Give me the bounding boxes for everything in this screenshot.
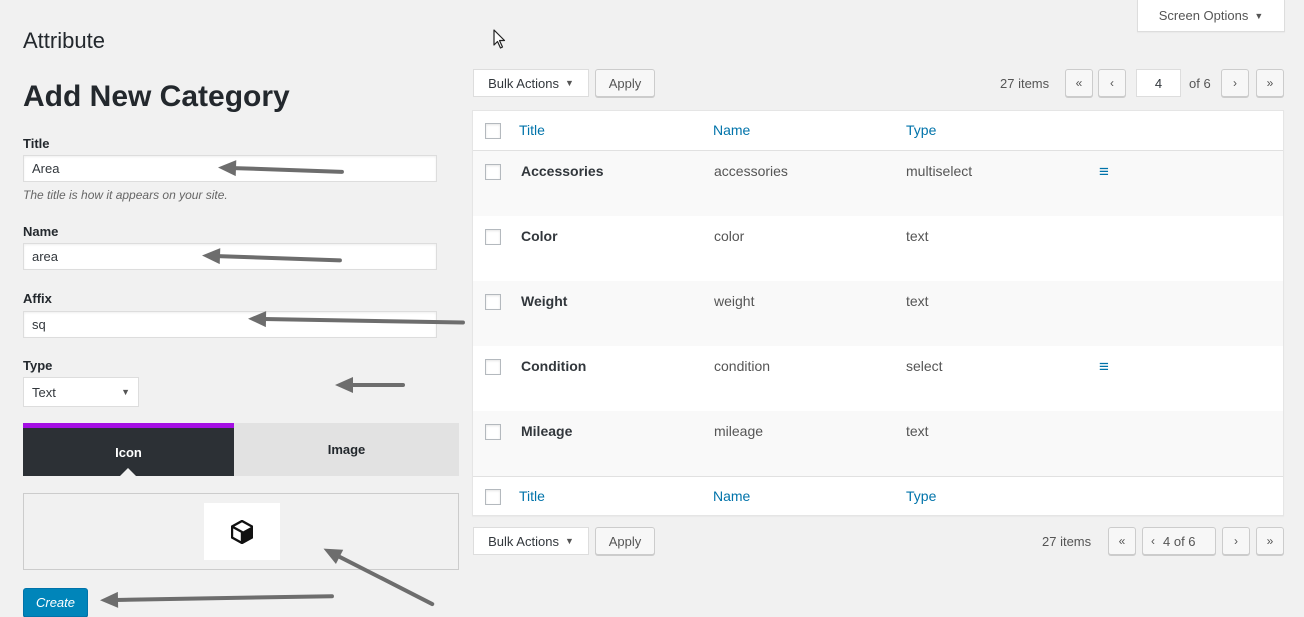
- options-menu-icon[interactable]: ≡: [1099, 358, 1109, 375]
- icon-picker-tile[interactable]: [204, 503, 280, 560]
- page-title: Attribute: [23, 28, 105, 53]
- prev-arrow-icon: ‹: [1151, 534, 1155, 548]
- row-checkbox[interactable]: [485, 424, 501, 440]
- apply-button-top[interactable]: Apply: [595, 69, 655, 97]
- row-name: accessories: [714, 163, 788, 179]
- table-row: Accessories accessories multiselect ≡: [473, 151, 1283, 216]
- mouse-cursor-icon: [493, 29, 506, 49]
- table-footer: Title Name Type: [473, 476, 1283, 516]
- row-title-link[interactable]: Condition: [521, 358, 586, 374]
- row-name: weight: [714, 293, 755, 309]
- row-type: text: [906, 423, 929, 439]
- caret-down-icon: ▼: [564, 536, 574, 546]
- row-type: text: [906, 228, 929, 244]
- row-name: color: [714, 228, 745, 244]
- cube-icon: [231, 519, 253, 544]
- bulk-actions-label: Bulk Actions: [488, 533, 559, 549]
- page-indicator-bottom: 4 of 6: [1163, 533, 1196, 549]
- column-name-header[interactable]: Name: [713, 122, 750, 138]
- active-tab-pointer: [120, 468, 136, 476]
- table-row: Weight weight text: [473, 281, 1283, 346]
- row-type: text: [906, 293, 929, 309]
- items-count-bottom: 27 items: [1042, 534, 1092, 549]
- row-title-link[interactable]: Accessories: [521, 163, 604, 179]
- last-page-button-top[interactable]: »: [1256, 69, 1284, 97]
- screen-options-button[interactable]: Screen Options ▼: [1137, 0, 1285, 32]
- total-pages-label: of 6: [1189, 76, 1211, 91]
- tab-image-label: Image: [327, 442, 366, 457]
- first-page-button-bottom[interactable]: «: [1108, 527, 1136, 555]
- bulk-actions-label: Bulk Actions: [488, 75, 559, 91]
- form-heading: Add New Category: [23, 80, 290, 113]
- title-label: Title: [23, 136, 50, 151]
- tab-image[interactable]: Image: [234, 423, 459, 476]
- row-type: select: [906, 358, 943, 374]
- row-name: mileage: [714, 423, 764, 439]
- select-all-checkbox[interactable]: [485, 123, 501, 139]
- icon-image-tabs: Icon Image: [23, 423, 459, 476]
- bulk-actions-select-top[interactable]: Bulk Actions ▼: [473, 69, 589, 97]
- caret-down-icon: ▼: [121, 387, 130, 397]
- type-label: Type: [23, 358, 53, 373]
- tab-icon[interactable]: Icon: [23, 423, 234, 476]
- next-page-button-bottom[interactable]: ›: [1222, 527, 1250, 555]
- name-label: Name: [23, 224, 59, 239]
- column-type-footer[interactable]: Type: [906, 488, 936, 504]
- current-page-input[interactable]: 4: [1136, 69, 1181, 97]
- screen-options-label: Screen Options: [1158, 8, 1249, 23]
- next-page-button-top[interactable]: ›: [1221, 69, 1249, 97]
- affix-input[interactable]: sq: [23, 311, 437, 338]
- affix-label: Affix: [23, 291, 52, 306]
- table-row: Color color text: [473, 216, 1283, 281]
- row-title-link[interactable]: Weight: [521, 293, 567, 309]
- annotation-arrow-type: [335, 377, 405, 393]
- items-count-top: 27 items: [1000, 76, 1050, 91]
- caret-down-icon: ▼: [1254, 10, 1264, 21]
- options-menu-icon[interactable]: ≡: [1099, 163, 1109, 180]
- row-checkbox[interactable]: [485, 229, 501, 245]
- caret-down-icon: ▼: [564, 78, 574, 88]
- row-checkbox[interactable]: [485, 294, 501, 310]
- column-type-header[interactable]: Type: [906, 122, 936, 138]
- icon-preview-panel: [23, 493, 459, 570]
- row-title-link[interactable]: Color: [521, 228, 558, 244]
- type-select-value: Text: [32, 384, 56, 400]
- row-checkbox[interactable]: [485, 359, 501, 375]
- type-select[interactable]: Text ▼: [23, 377, 139, 407]
- last-page-button-bottom[interactable]: »: [1256, 527, 1284, 555]
- row-name: condition: [714, 358, 771, 374]
- table-row: Mileage mileage text: [473, 411, 1283, 476]
- create-button[interactable]: Create: [23, 588, 88, 617]
- table-row: Condition condition select ≡: [473, 346, 1283, 411]
- column-title-header[interactable]: Title: [519, 122, 545, 138]
- table-header: Title Name Type: [473, 111, 1283, 151]
- bulk-actions-select-bottom[interactable]: Bulk Actions ▼: [473, 527, 589, 555]
- prev-page-button-top[interactable]: ‹: [1098, 69, 1126, 97]
- first-page-button-top[interactable]: «: [1065, 69, 1093, 97]
- select-all-checkbox-footer[interactable]: [485, 489, 501, 505]
- row-type: multiselect: [906, 163, 973, 179]
- column-name-footer[interactable]: Name: [713, 488, 750, 504]
- attributes-table: Title Name Type Accessories accessories …: [472, 110, 1284, 516]
- column-title-footer[interactable]: Title: [519, 488, 545, 504]
- tab-icon-label: Icon: [115, 444, 142, 460]
- row-checkbox[interactable]: [485, 164, 501, 180]
- apply-button-bottom[interactable]: Apply: [595, 527, 655, 555]
- prev-page-button-bottom[interactable]: ‹ 4 of 6: [1142, 527, 1216, 555]
- title-help-text: The title is how it appears on your site…: [23, 188, 228, 202]
- row-title-link[interactable]: Mileage: [521, 423, 572, 439]
- annotation-arrow-create: [113, 594, 335, 602]
